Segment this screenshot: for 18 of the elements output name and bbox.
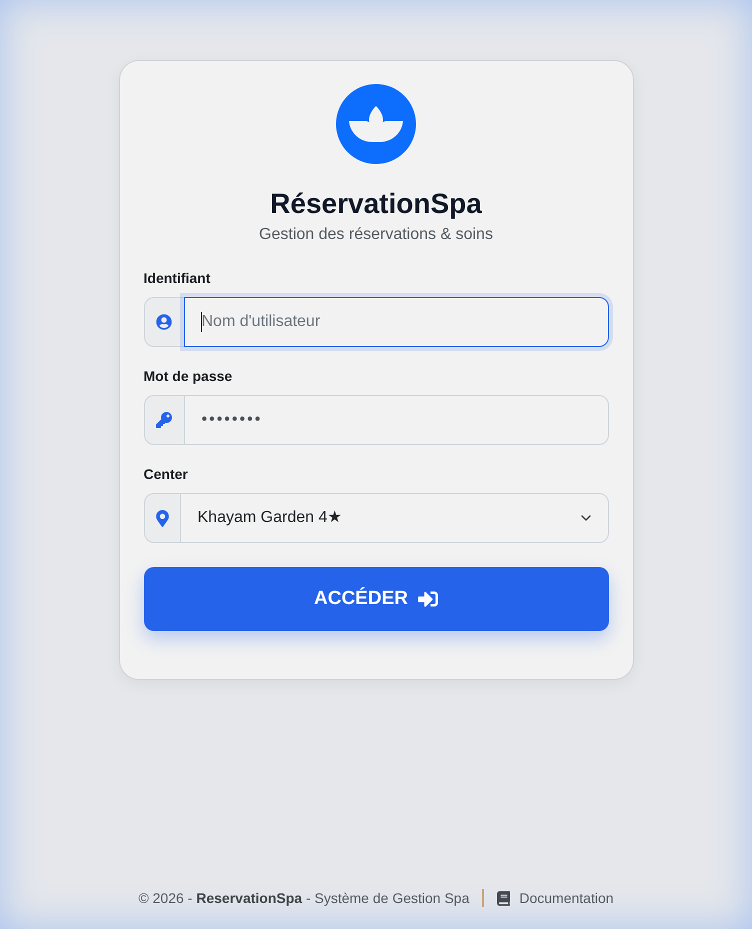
copyright-text: © 2026 - ReservationSpa - Système de Gestion Spa — [138, 889, 470, 908]
app-title: RéservationSpa — [269, 187, 483, 221]
sign-in-icon — [418, 589, 438, 609]
key-icon — [156, 412, 172, 428]
text-cursor-icon — [200, 312, 202, 332]
username-input[interactable]: Nom d'utilisateur — [184, 297, 608, 347]
password-input[interactable]: •••••••• — [184, 395, 608, 445]
field-label: Identifiant — [144, 269, 212, 288]
lotus-icon — [336, 84, 416, 164]
center-select[interactable]: Khayam Garden 4★ — [180, 493, 608, 543]
app-subtitle: Gestion des réservations & soins — [258, 225, 494, 245]
field-label: Center — [144, 465, 189, 484]
field-label: Mot de passe — [144, 367, 234, 386]
book-icon — [497, 890, 510, 906]
location-pin-icon — [156, 510, 168, 526]
user-icon — [156, 314, 172, 330]
submit-button[interactable]: ACCÉDER — [144, 567, 608, 631]
documentation-link[interactable]: Documentation — [497, 888, 614, 908]
